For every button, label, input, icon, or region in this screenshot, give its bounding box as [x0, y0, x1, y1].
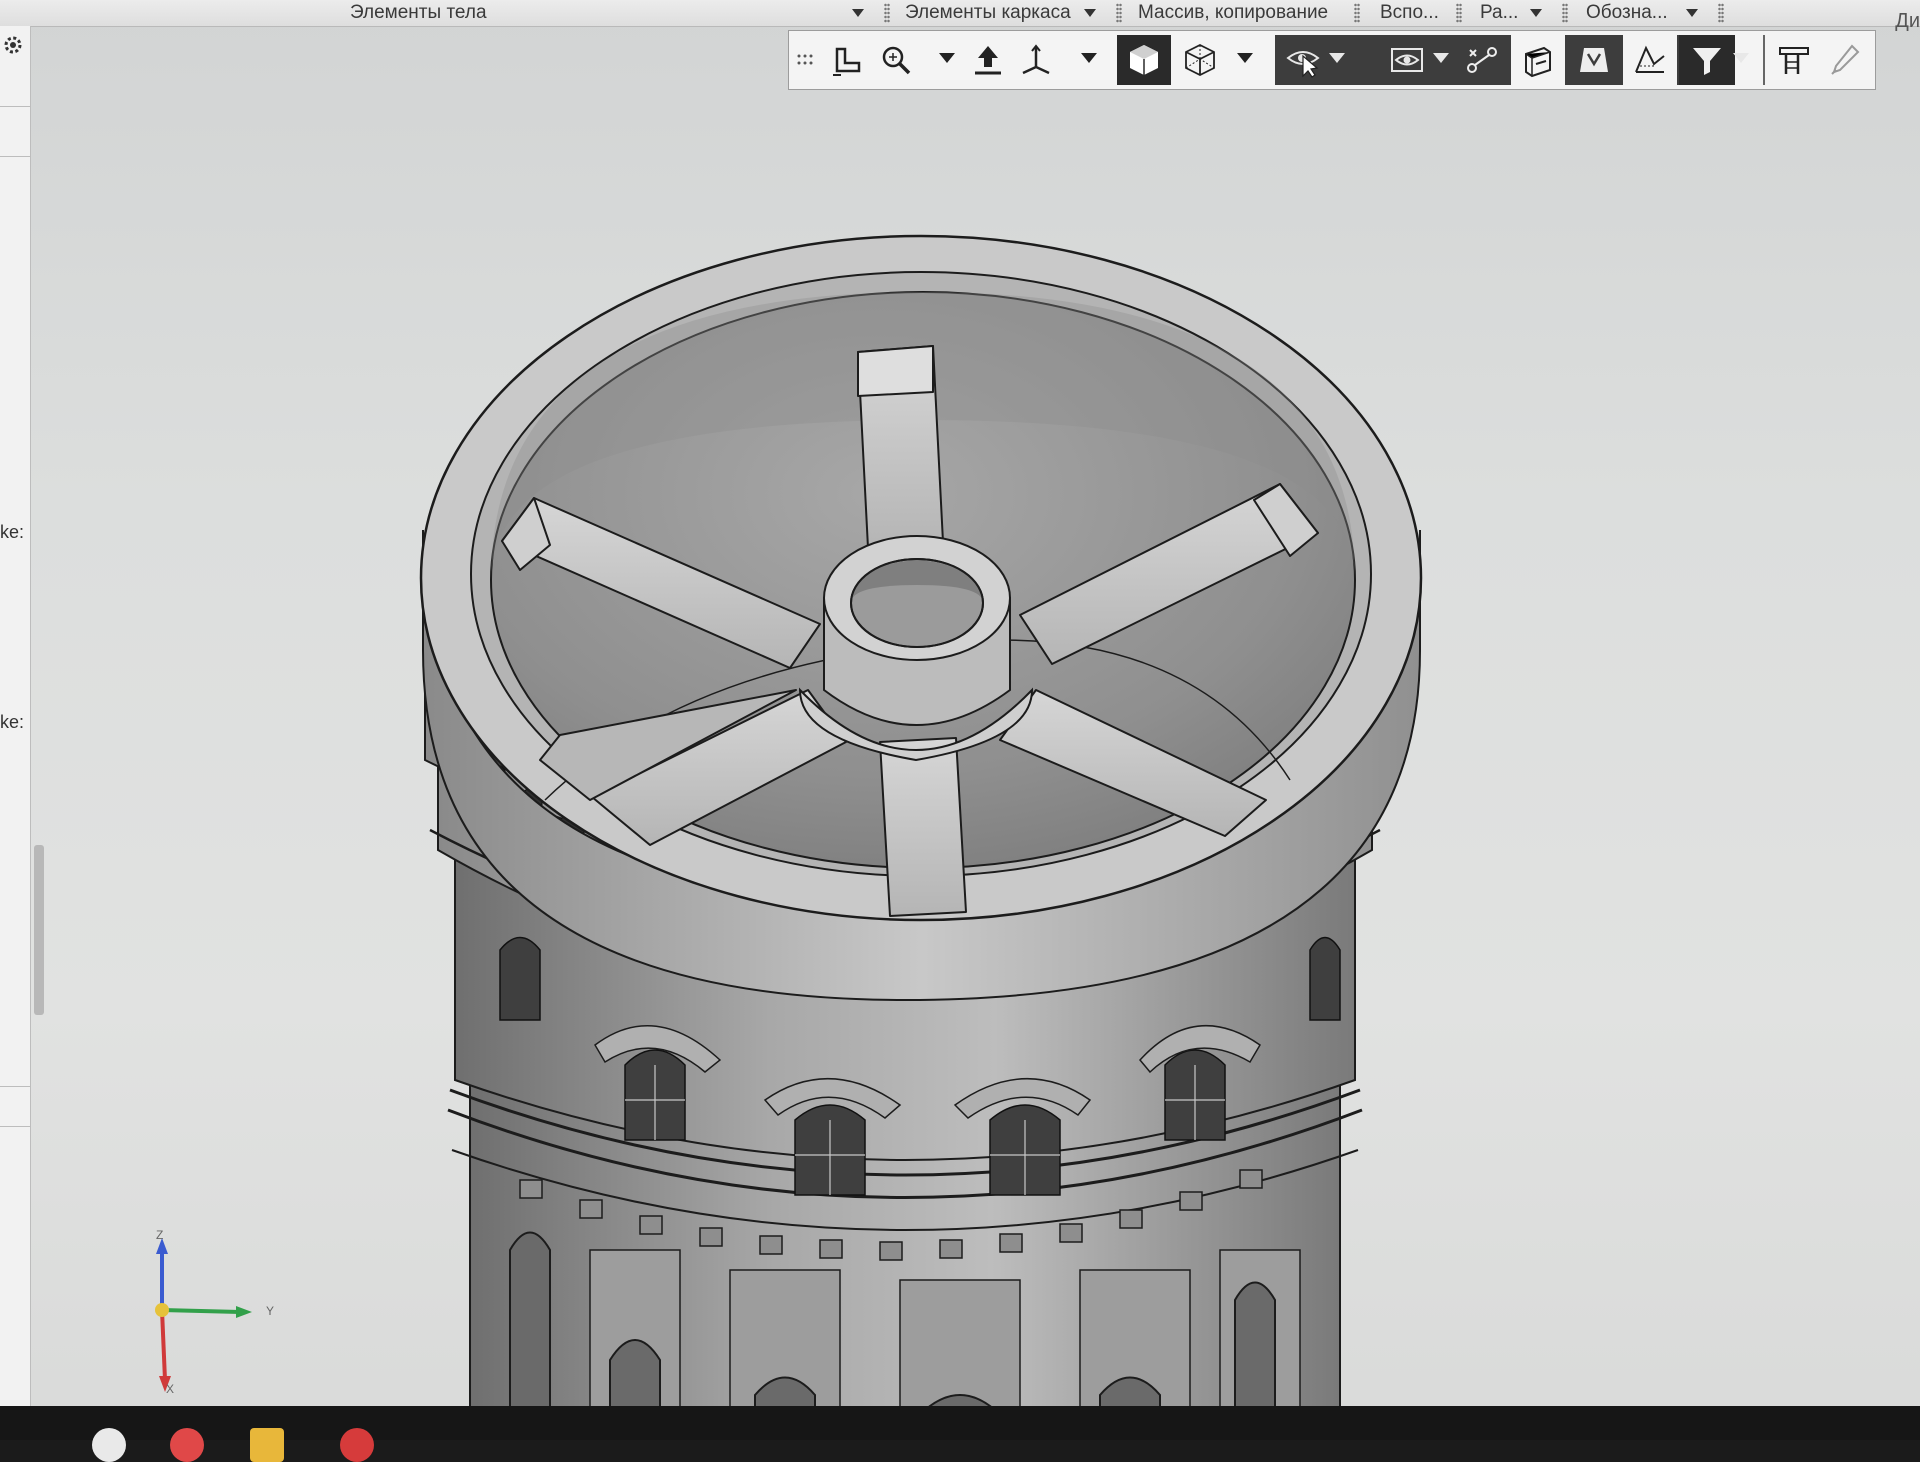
screen: Элементы тела Элементы каркаса Массив, к…: [0, 0, 1920, 1462]
axis-z-label: Z: [156, 1228, 164, 1242]
axis-x-label: X: [166, 1382, 175, 1396]
axis-y-label: Y: [266, 1304, 275, 1318]
taskbar: [0, 1406, 1920, 1440]
axis-triad[interactable]: [155, 1238, 252, 1392]
app-icon[interactable]: [92, 1428, 126, 1462]
app-icon[interactable]: [170, 1428, 204, 1462]
app-icon[interactable]: [340, 1428, 374, 1462]
folder-icon[interactable]: [250, 1428, 284, 1462]
model-viewport[interactable]: [0, 0, 1920, 1440]
